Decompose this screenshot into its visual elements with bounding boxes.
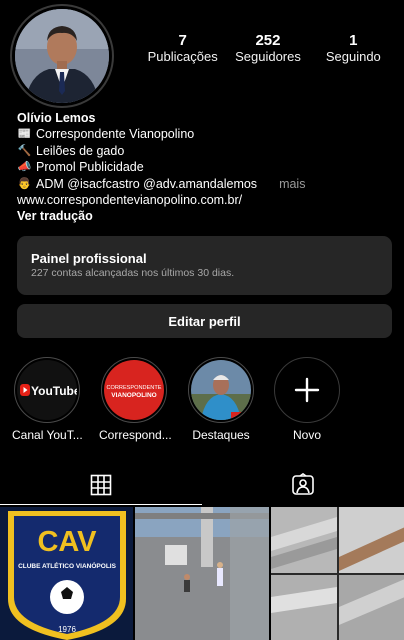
bio-line: 📣 Promol Publicidade	[17, 159, 398, 175]
bio-line: 📰 Correspondente Vianopolino	[17, 126, 398, 142]
newspaper-icon: 📰	[17, 128, 32, 141]
posts-count: 7	[178, 32, 187, 49]
plus-icon	[277, 360, 337, 420]
bio-text: Correspondente Vianopolino	[36, 127, 195, 142]
person-icon: 👨	[17, 177, 32, 190]
bio-text: Leilões de gado	[36, 143, 125, 158]
post-thumbnail[interactable]: CAV CLUBE ATLÉTICO VIANÓPOLIS 1976	[0, 507, 134, 640]
profile-avatar-ring[interactable]	[10, 4, 114, 108]
followers-label: Seguidores	[235, 49, 301, 64]
correspondente-logo-icon: CORRESPONDENTE VIANOPOLINO	[104, 360, 164, 420]
highlight-label: Destaques	[192, 428, 250, 442]
tagged-icon	[292, 473, 314, 495]
profile-stats: 7 Publicações 252 Seguidores 1 Seguindo	[140, 32, 396, 65]
badge-line-2: VIANOPOLINO	[111, 392, 157, 399]
post-thumbnail[interactable]	[135, 507, 269, 640]
highlight-ring	[188, 357, 254, 423]
highlight-label: Correspond...	[99, 428, 172, 442]
professional-dashboard[interactable]: Painel profissional 227 contas alcançada…	[17, 236, 392, 295]
followers-count: 252	[255, 32, 281, 49]
youtube-badge-text: YouTube	[31, 384, 77, 398]
active-tab-indicator	[0, 504, 202, 505]
highlight-label: Canal YouT...	[12, 428, 83, 442]
highlight-destaques[interactable]: Destaques	[186, 357, 256, 442]
club-name: CLUBE ATLÉTICO VIANÓPOLIS	[18, 561, 117, 570]
profile-bio: Olívio Lemos 📰 Correspondente Vianopolin…	[17, 110, 398, 225]
edit-profile-button[interactable]: Editar perfil	[17, 304, 392, 338]
avatar-photo	[15, 9, 109, 103]
destaques-photo	[191, 360, 251, 420]
highlight-new[interactable]: Novo	[272, 357, 342, 442]
profile-avatar[interactable]	[15, 9, 109, 103]
highlight-youtube[interactable]: YouTube Canal YouT...	[12, 357, 83, 442]
bio-line: 🔨 Leilões de gado	[17, 143, 398, 159]
grid-icon	[90, 474, 112, 496]
following-count: 1	[349, 32, 358, 49]
badge-line-1: CORRESPONDENTE	[106, 385, 161, 391]
stat-posts[interactable]: 7 Publicações	[140, 32, 225, 65]
posts-grid: CAV CLUBE ATLÉTICO VIANÓPOLIS 1976	[0, 507, 404, 640]
highlight-ring: CORRESPONDENTE VIANOPOLINO	[101, 357, 167, 423]
profile-tabs	[0, 465, 404, 505]
materials-collage	[270, 507, 404, 640]
highlight-ring: YouTube	[14, 357, 80, 423]
highlight-ring	[274, 357, 340, 423]
club-crest-image: CAV CLUBE ATLÉTICO VIANÓPOLIS 1976	[0, 507, 134, 640]
posts-label: Publicações	[147, 49, 218, 64]
panel-subtitle: 227 contas alcançadas nos últimos 30 dia…	[31, 267, 235, 279]
more-link[interactable]: mais	[279, 176, 305, 192]
hammer-icon: 🔨	[17, 144, 32, 157]
youtube-logo-icon: YouTube	[17, 360, 77, 420]
profile-name: Olívio Lemos	[17, 111, 96, 125]
highlight-correspondente[interactable]: CORRESPONDENTE VIANOPOLINO Correspond...	[99, 357, 172, 442]
bio-text: Promol Publicidade	[36, 160, 144, 175]
megaphone-icon: 📣	[17, 161, 32, 174]
post-thumbnail[interactable]	[270, 507, 404, 640]
club-initials: CAV	[37, 526, 97, 558]
club-year: 1976	[58, 625, 76, 634]
panel-title: Painel profissional	[31, 251, 147, 266]
gas-station-photo	[135, 507, 269, 640]
tab-grid[interactable]	[0, 465, 202, 505]
website-link[interactable]: www.correspondentevianopolino.com.br/	[17, 192, 398, 208]
bio-text: ADM @isacfcastro @adv.amandalemos	[36, 176, 258, 191]
tab-tagged[interactable]	[202, 465, 404, 505]
highlight-label: Novo	[292, 428, 321, 442]
translate-link[interactable]: Ver tradução	[17, 208, 398, 224]
stat-followers[interactable]: 252 Seguidores	[225, 32, 310, 65]
stat-following[interactable]: 1 Seguindo	[311, 32, 396, 65]
bio-line: 👨 ADM @isacfcastro @adv.amandalemos mais	[17, 176, 398, 192]
following-label: Seguindo	[325, 49, 381, 64]
